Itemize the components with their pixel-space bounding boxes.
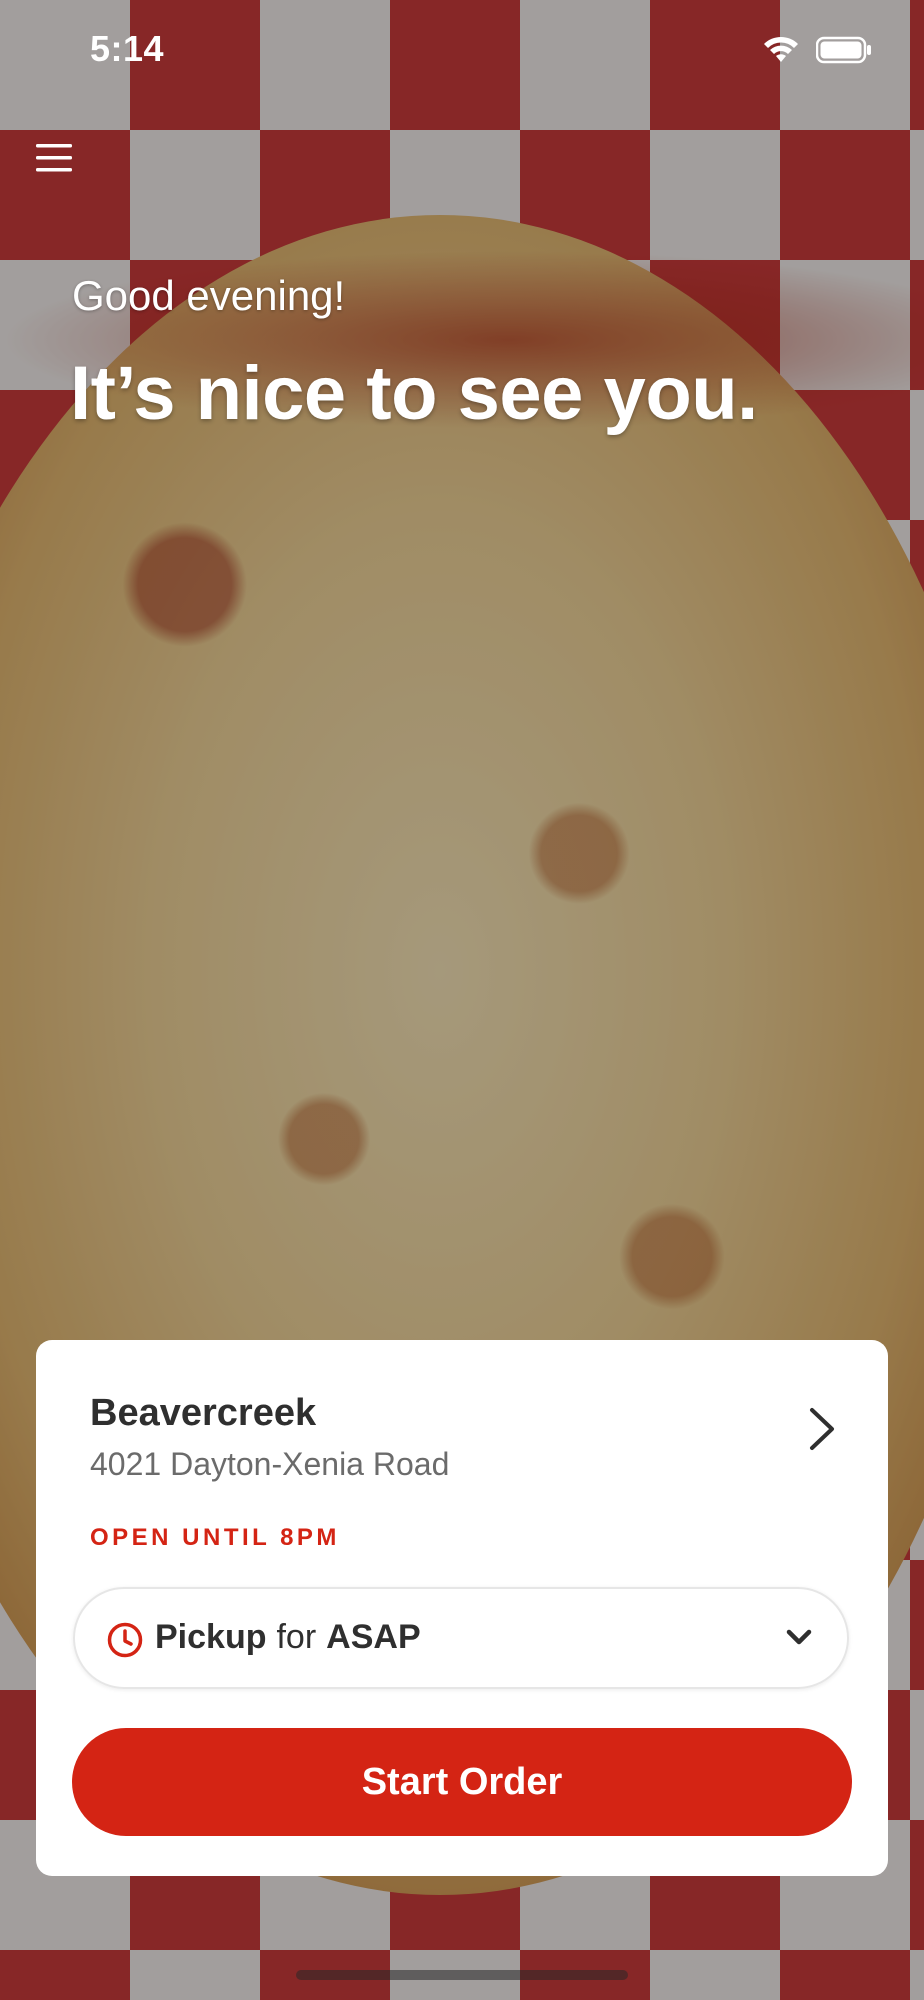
menu-button[interactable] xyxy=(30,134,78,182)
order-mode-connector: for xyxy=(276,1618,317,1656)
status-time: 5:14 xyxy=(90,28,165,69)
order-time-label: ASAP xyxy=(326,1618,421,1656)
headline-text: It’s nice to see you. xyxy=(70,351,758,436)
menu-icon xyxy=(36,144,72,172)
chevron-right-icon xyxy=(810,1408,834,1450)
wifi-icon xyxy=(764,36,798,62)
home-indicator xyxy=(296,1970,628,1980)
start-order-button[interactable]: Start Order xyxy=(72,1728,852,1836)
app-screen: 5:14 Good evening! It’s nice to see you.… xyxy=(0,0,924,2000)
location-name: Beavercreek xyxy=(90,1392,317,1434)
order-mode-label: Pickup xyxy=(155,1618,267,1656)
pickup-summary: Pickup for ASAP xyxy=(155,1618,421,1657)
pickup-time-selector[interactable]: Pickup for ASAP xyxy=(73,1587,849,1689)
location-selector[interactable]: Beavercreek 4021 Dayton-Xenia Road xyxy=(36,1340,888,1510)
greeting-text: Good evening! xyxy=(72,272,346,319)
status-bar: 5:14 xyxy=(0,0,924,100)
battery-icon xyxy=(816,36,871,64)
clock-icon xyxy=(107,1622,143,1658)
chevron-down-icon xyxy=(786,1629,812,1645)
open-status-label: OPEN UNTIL 8PM xyxy=(90,1524,340,1551)
order-card: Beavercreek 4021 Dayton-Xenia Road OPEN … xyxy=(36,1340,888,1876)
location-address: 4021 Dayton-Xenia Road xyxy=(90,1446,450,1482)
